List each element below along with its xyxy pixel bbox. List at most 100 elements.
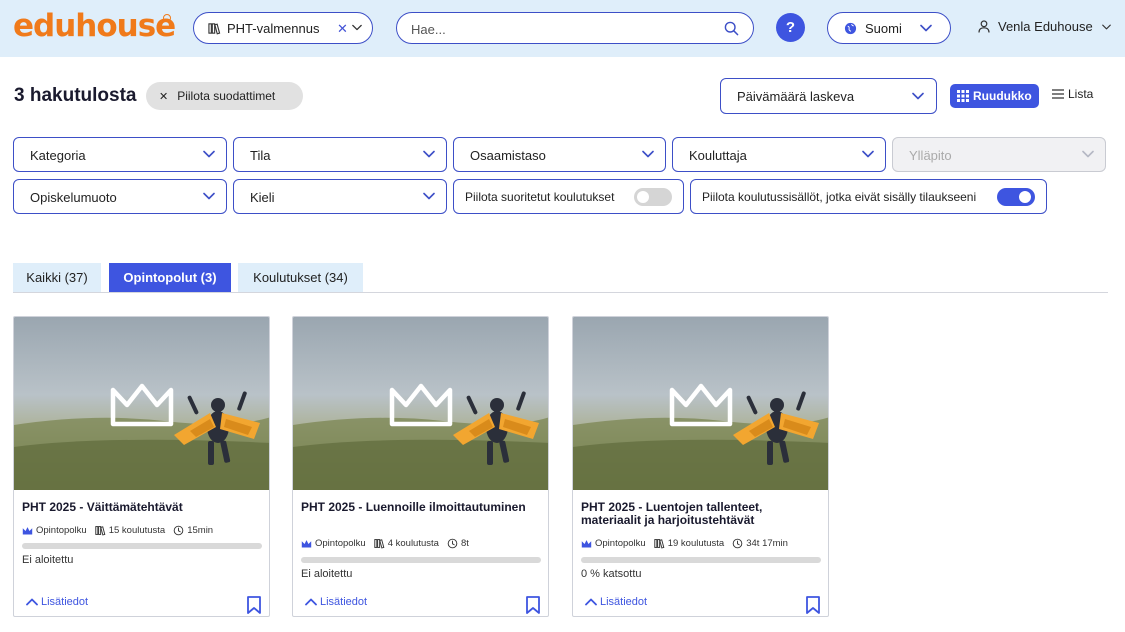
card-type: Opintopolku <box>315 538 366 549</box>
chevron-down-icon <box>862 150 874 158</box>
books-icon <box>374 538 385 549</box>
more-info-label: Lisätiedot <box>600 596 648 608</box>
language-select[interactable]: Suomi <box>827 12 951 44</box>
tab-trainings[interactable]: Koulutukset (34) <box>238 263 363 293</box>
card-duration: 34t 17min <box>746 538 788 549</box>
card-title[interactable]: PHT 2025 - Luentojen tallenteet, materia… <box>581 501 821 527</box>
language-filter[interactable]: Kieli <box>233 179 447 214</box>
organization-select-label: PHT-valmennus <box>227 20 320 36</box>
clock-icon <box>732 538 743 549</box>
logo[interactable]: eduhouse <box>13 8 176 44</box>
search-icon[interactable] <box>724 21 739 36</box>
language-filter-label: Kieli <box>250 190 275 205</box>
top-header: eduhouse PHT-valmennus ✕ ? Suomi Venla E… <box>0 0 1125 57</box>
learning-path-card[interactable]: PHT 2025 - Luentojen tallenteet, materia… <box>572 316 829 617</box>
card-meta: Opintopolku 15 koulutusta 15min <box>22 525 221 536</box>
bookmark-icon[interactable] <box>524 595 542 615</box>
crown-icon <box>301 539 312 549</box>
hide-completed-toggle-box: Piilota suoritetut koulutukset <box>453 179 684 214</box>
chevron-down-icon <box>920 24 932 32</box>
chevron-down-icon <box>642 150 654 158</box>
bookmark-icon[interactable] <box>804 595 822 615</box>
clock-icon <box>173 525 184 536</box>
study-mode-filter-label: Opiskelumuoto <box>30 190 117 205</box>
card-meta: Opintopolku 19 koulutusta 34t 17min <box>581 538 796 549</box>
learning-path-card[interactable]: PHT 2025 - Väittämätehtävät Opintopolku … <box>13 316 270 617</box>
chevron-down-icon <box>1102 24 1111 30</box>
grid-view-label: Ruudukko <box>973 89 1032 103</box>
sort-select[interactable]: Päivämäärä laskeva <box>720 78 937 114</box>
card-status: Ei aloitettu <box>301 568 353 580</box>
category-filter[interactable]: Kategoria <box>13 137 227 172</box>
card-status: Ei aloitettu <box>22 554 74 566</box>
chevron-down-icon <box>203 192 215 200</box>
grid-icon <box>957 90 969 102</box>
user-name: Venla Eduhouse <box>998 19 1093 34</box>
progress-bar <box>22 543 262 549</box>
bookmark-icon[interactable] <box>245 595 263 615</box>
card-duration: 15min <box>187 525 214 536</box>
hide-not-in-subscription-switch[interactable] <box>997 188 1035 206</box>
language-label: Suomi <box>865 20 902 36</box>
card-duration: 8t <box>460 538 469 549</box>
crown-icon <box>22 526 33 536</box>
grid-view-button[interactable]: Ruudukko <box>950 84 1039 108</box>
card-type: Opintopolku <box>595 538 646 549</box>
maintenance-filter: Ylläpito <box>892 137 1106 172</box>
chevron-down-icon <box>423 150 435 158</box>
card-trainings: 15 koulutusta <box>108 525 166 536</box>
card-title[interactable]: PHT 2025 - Luennoille ilmoittautuminen <box>301 501 541 514</box>
card-image <box>573 317 829 490</box>
books-icon <box>95 525 106 536</box>
chevron-down-icon <box>912 92 924 100</box>
clear-icon[interactable]: ✕ <box>337 21 348 37</box>
user-icon <box>978 20 990 33</box>
list-view-label: Lista <box>1068 87 1094 101</box>
chevron-down-icon <box>1082 150 1094 158</box>
hide-filters-label: Piilota suodattimet <box>177 89 276 103</box>
card-status: 0 % katsottu <box>581 568 642 580</box>
more-info-button[interactable]: Lisätiedot <box>585 596 647 608</box>
search-box <box>396 12 754 44</box>
trainer-filter-label: Kouluttaja <box>689 148 747 163</box>
card-image <box>293 317 549 490</box>
switch-knob <box>1019 191 1031 203</box>
category-filter-label: Kategoria <box>30 148 86 163</box>
learning-path-card[interactable]: PHT 2025 - Luennoille ilmoittautuminen O… <box>292 316 549 617</box>
more-info-button[interactable]: Lisätiedot <box>305 596 367 608</box>
user-menu[interactable]: Venla Eduhouse <box>978 19 1111 34</box>
hide-not-in-subscription-toggle-box: Piilota koulutussisällöt, jotka eivät si… <box>690 179 1047 214</box>
card-title[interactable]: PHT 2025 - Väittämätehtävät <box>22 501 262 514</box>
help-button[interactable]: ? <box>776 13 805 42</box>
chevron-down-icon <box>203 150 215 158</box>
tabs-divider <box>13 292 1108 293</box>
hide-completed-switch[interactable] <box>634 188 672 206</box>
search-input[interactable] <box>411 19 711 39</box>
results-count: 3 hakutulosta <box>14 85 137 106</box>
close-icon: ✕ <box>159 90 169 103</box>
chevron-down-icon <box>423 192 435 200</box>
card-type: Opintopolku <box>36 525 87 536</box>
status-filter-label: Tila <box>250 148 271 163</box>
logo-mark-icon <box>163 14 171 22</box>
status-filter[interactable]: Tila <box>233 137 447 172</box>
chevron-down-icon[interactable] <box>352 24 362 31</box>
card-trainings: 4 koulutusta <box>387 538 439 549</box>
sort-label: Päivämäärä laskeva <box>737 89 855 104</box>
hide-completed-label: Piilota suoritetut koulutukset <box>465 190 615 204</box>
skill-level-filter[interactable]: Osaamistaso <box>453 137 666 172</box>
organization-select[interactable]: PHT-valmennus ✕ <box>193 12 373 44</box>
list-view-button[interactable]: Lista <box>1052 87 1093 101</box>
hide-filters-button[interactable]: ✕ Piilota suodattimet <box>146 82 303 110</box>
study-mode-filter[interactable]: Opiskelumuoto <box>13 179 227 214</box>
more-info-button[interactable]: Lisätiedot <box>26 596 88 608</box>
tab-all[interactable]: Kaikki (37) <box>13 263 101 293</box>
trainer-filter[interactable]: Kouluttaja <box>672 137 886 172</box>
crown-icon <box>581 539 592 549</box>
globe-icon <box>844 22 857 35</box>
progress-bar <box>581 557 821 563</box>
tab-learning-paths[interactable]: Opintopolut (3) <box>109 263 231 293</box>
books-icon <box>654 538 665 549</box>
maintenance-filter-label: Ylläpito <box>909 148 952 163</box>
card-trainings: 19 koulutusta <box>667 538 725 549</box>
